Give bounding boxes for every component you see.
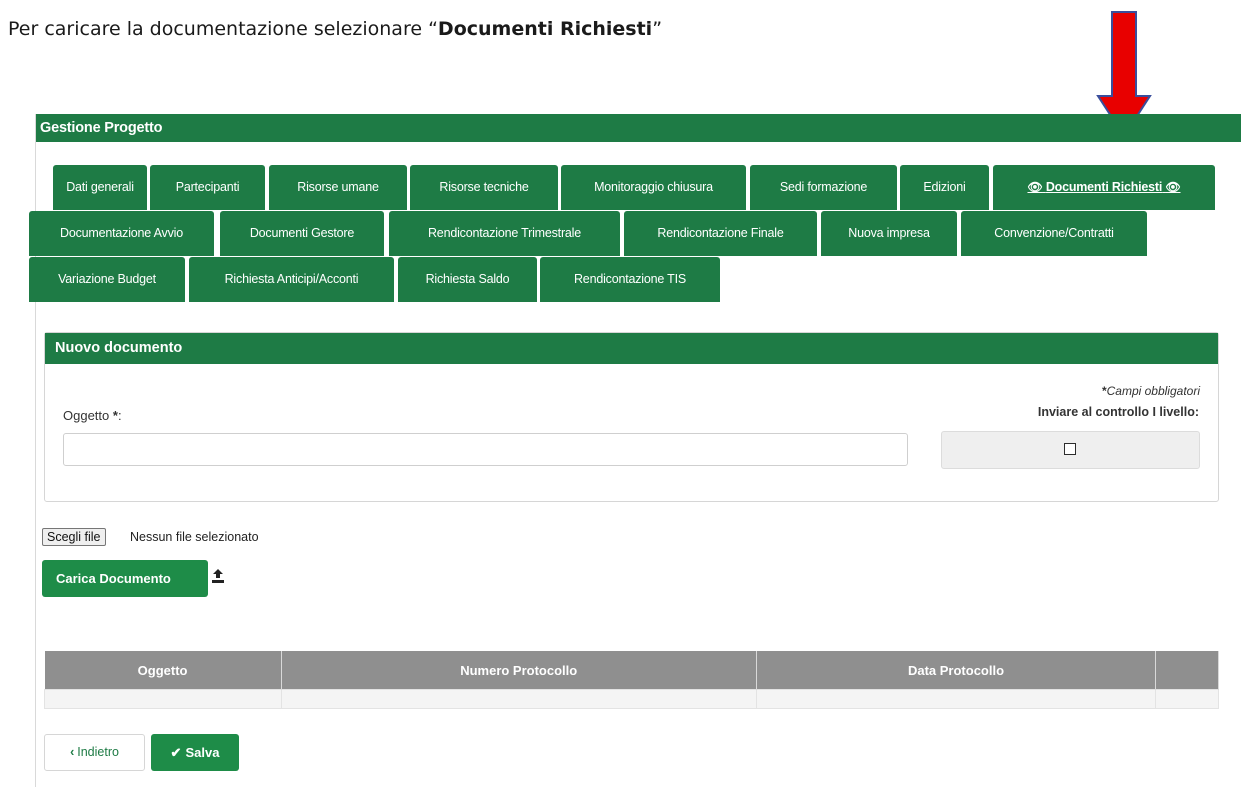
tab-documenti-richiesti-label: Documenti Richiesti [1045,180,1163,194]
required-fields-note: *Campi obbligatori [1102,384,1200,398]
oggetto-label: Oggetto *: [63,408,122,423]
tab-sedi-formazione[interactable]: Sedi formazione [750,165,897,210]
table-cell [44,689,282,709]
table-header-row: Oggetto Numero Protocollo Data Protocoll… [44,651,1219,690]
tab-monitoraggio-chiusura[interactable]: Monitoraggio chiusura [561,165,746,210]
tab-dati-generali[interactable]: Dati generali [53,165,147,210]
indietro-button[interactable]: ‹ Indietro [44,734,145,771]
tab-risorse-umane[interactable]: Risorse umane [269,165,407,210]
tab-documenti-richiesti[interactable]: 👁 Documenti Richiesti 👁 [993,165,1215,210]
salva-label: Salva [185,745,220,760]
instruction-prefix: Per caricare la documentazione seleziona… [8,18,438,40]
instruction-text: Per caricare la documentazione seleziona… [8,18,662,40]
upload-icon [212,569,224,583]
table-cell [755,689,1157,709]
nuovo-documento-panel: Nuovo documento *Campi obbligatori Ogget… [44,332,1219,502]
oggetto-input[interactable] [63,433,908,466]
tab-nuova-impresa[interactable]: Nuova impresa [821,211,957,256]
table-cell [1155,689,1219,709]
instruction-suffix: ” [652,18,663,40]
table-cell [280,689,757,709]
tab-partecipanti[interactable]: Partecipanti [150,165,265,210]
file-status-text: Nessun file selezionato [130,530,259,544]
instruction-highlight: Documenti Richiesti [437,18,653,40]
tab-richiesta-anticipi-acconti[interactable]: Richiesta Anticipi/Acconti [189,257,394,302]
tab-rendicontazione-finale[interactable]: Rendicontazione Finale [624,211,817,256]
choose-file-button[interactable]: Scegli file [42,528,106,546]
indietro-label: Indietro [77,745,119,759]
column-numero-protocollo: Numero Protocollo [281,651,757,690]
column-data-protocollo: Data Protocollo [756,651,1157,690]
tab-richiesta-saldo[interactable]: Richiesta Saldo [398,257,537,302]
documents-table: Oggetto Numero Protocollo Data Protocoll… [44,651,1219,709]
carica-documento-button[interactable]: Carica Documento [42,560,208,597]
tab-rendicontazione-trimestrale[interactable]: Rendicontazione Trimestrale [389,211,620,256]
tab-convenzione-contratti[interactable]: Convenzione/Contratti [961,211,1147,256]
tab-risorse-tecniche[interactable]: Risorse tecniche [410,165,558,210]
eye-icon: 👁 [1027,180,1043,194]
check-icon: ✔ [170,745,182,760]
tab-edizioni[interactable]: Edizioni [900,165,989,210]
controllo-livello-label: Inviare al controllo I livello: [1037,405,1199,419]
eye-icon: 👁 [1165,180,1181,194]
controllo-livello-field [941,431,1200,469]
tab-variazione-budget[interactable]: Variazione Budget [29,257,185,302]
tab-rendicontazione-tis[interactable]: Rendicontazione TIS [540,257,720,302]
column-actions [1155,651,1219,690]
oggetto-label-colon: : [117,408,122,423]
table-row [44,689,1219,709]
tab-documenti-gestore[interactable]: Documenti Gestore [220,211,384,256]
carica-documento-label: Carica Documento [56,571,171,586]
panel-title: Gestione Progetto [36,114,1241,142]
salva-button[interactable]: ✔ Salva [151,734,239,771]
controllo-livello-checkbox[interactable] [1064,443,1076,455]
column-oggetto: Oggetto [44,651,282,690]
required-fields-text: Campi obbligatori [1106,384,1200,398]
chevron-left-icon: ‹ [70,745,75,759]
nuovo-documento-title: Nuovo documento [45,333,1218,364]
oggetto-label-text: Oggetto [63,408,113,423]
tab-documentazione-avvio[interactable]: Documentazione Avvio [29,211,214,256]
